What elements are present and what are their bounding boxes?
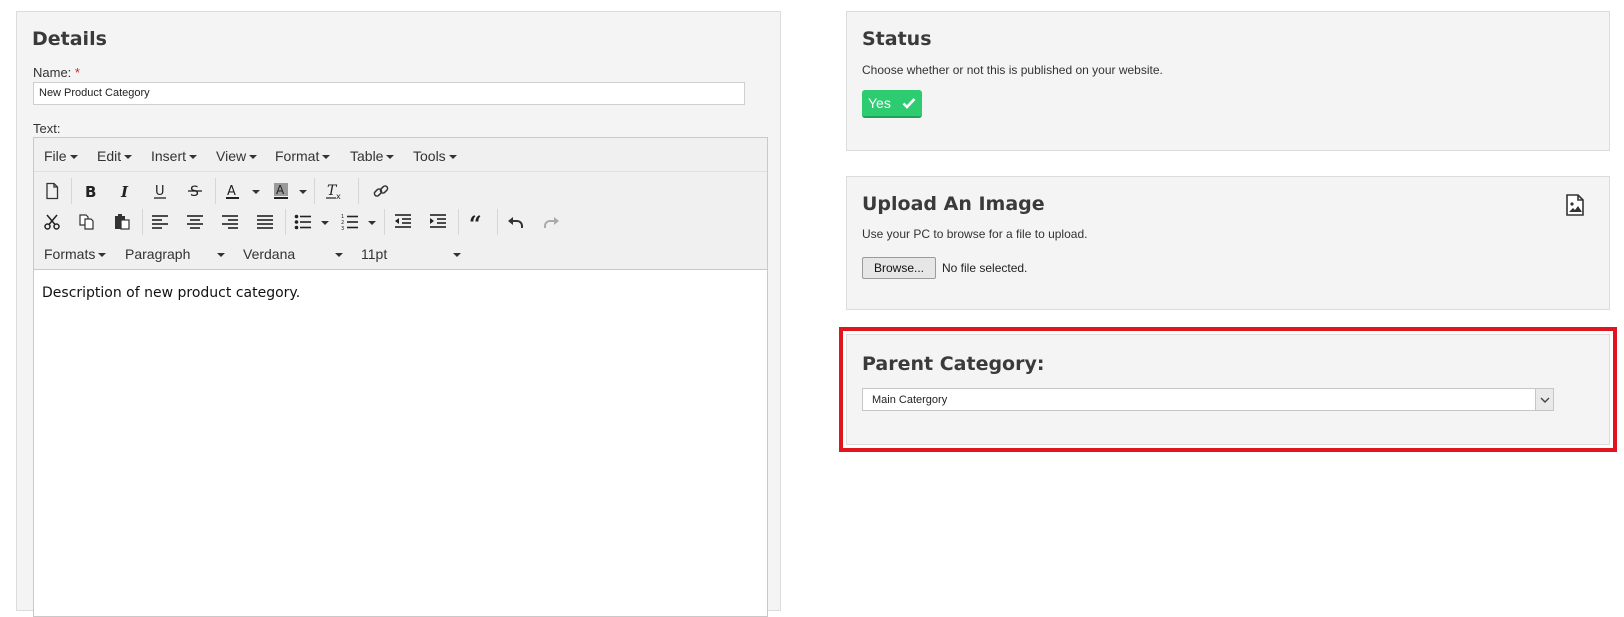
upload-title: Upload An Image bbox=[862, 193, 1045, 215]
font-size-label: 11pt bbox=[361, 246, 388, 262]
indent-icon[interactable] bbox=[425, 210, 451, 234]
clear-formatting-icon[interactable]: Tx bbox=[321, 179, 347, 203]
name-label: Name: * bbox=[33, 65, 80, 80]
menu-table-label: Table bbox=[350, 148, 384, 164]
strikethrough-icon[interactable]: S bbox=[182, 179, 208, 203]
status-title: Status bbox=[862, 28, 932, 50]
chevron-down-icon[interactable] bbox=[1535, 389, 1553, 410]
underline-icon[interactable]: U bbox=[147, 179, 173, 203]
name-label-text: Name: bbox=[33, 65, 72, 80]
font-size-dropdown[interactable]: 11pt bbox=[361, 246, 461, 262]
bullet-list-dropdown-icon[interactable] bbox=[321, 221, 329, 225]
menu-table[interactable]: Table bbox=[350, 148, 395, 164]
parent-category-value: Main Catergory bbox=[872, 394, 948, 406]
required-mark: * bbox=[74, 65, 80, 80]
font-family-label: Verdana bbox=[243, 246, 296, 262]
svg-text:I: I bbox=[120, 183, 129, 200]
menu-file[interactable]: File bbox=[44, 148, 78, 164]
details-panel: Details Name: * New Product Category Tex… bbox=[16, 11, 781, 617]
svg-text:“: “ bbox=[469, 213, 482, 231]
rich-text-editor: File Edit Insert View Format Table Tools… bbox=[33, 137, 768, 617]
formats-dropdown[interactable]: Formats bbox=[44, 246, 107, 262]
bullet-list-icon[interactable] bbox=[290, 210, 316, 234]
parent-category-select[interactable]: Main Catergory bbox=[862, 388, 1554, 411]
browse-button[interactable]: Browse... bbox=[862, 257, 936, 279]
publish-toggle-label: Yes bbox=[868, 95, 891, 111]
svg-text:x: x bbox=[336, 192, 341, 200]
align-justify-icon[interactable] bbox=[252, 210, 278, 234]
menu-format-label: Format bbox=[275, 148, 320, 164]
text-color-dropdown-icon[interactable] bbox=[252, 190, 260, 194]
numbered-list-dropdown-icon[interactable] bbox=[368, 221, 376, 225]
menu-tools[interactable]: Tools bbox=[413, 148, 457, 164]
block-format-dropdown[interactable]: Paragraph bbox=[125, 246, 225, 262]
status-description: Choose whether or not this is published … bbox=[862, 63, 1163, 77]
no-file-text: No file selected. bbox=[942, 261, 1028, 275]
background-color-dropdown-icon[interactable] bbox=[299, 190, 307, 194]
image-file-icon bbox=[1566, 194, 1584, 216]
link-icon[interactable] bbox=[368, 179, 394, 203]
italic-icon[interactable]: I bbox=[112, 179, 138, 203]
publish-toggle[interactable]: Yes bbox=[862, 90, 922, 118]
redo-icon[interactable] bbox=[538, 210, 564, 234]
align-right-icon[interactable] bbox=[217, 210, 243, 234]
menu-edit-label: Edit bbox=[97, 148, 122, 164]
parent-category-panel: Parent Category: Main Catergory bbox=[846, 334, 1610, 445]
check-icon bbox=[902, 98, 916, 109]
menu-insert[interactable]: Insert bbox=[151, 148, 198, 164]
svg-text:S: S bbox=[190, 184, 199, 200]
outdent-icon[interactable] bbox=[390, 210, 416, 234]
svg-text:3: 3 bbox=[341, 226, 344, 231]
font-family-dropdown[interactable]: Verdana bbox=[243, 246, 343, 262]
text-label: Text: bbox=[33, 121, 61, 136]
parent-category-title: Parent Category: bbox=[862, 353, 1045, 375]
name-input[interactable]: New Product Category bbox=[33, 82, 745, 105]
undo-icon[interactable] bbox=[503, 210, 529, 234]
menu-view-label: View bbox=[216, 148, 247, 164]
menu-view[interactable]: View bbox=[216, 148, 258, 164]
background-color-icon[interactable]: A bbox=[268, 179, 294, 203]
new-document-icon[interactable] bbox=[39, 179, 65, 203]
svg-text:A: A bbox=[276, 183, 285, 197]
menu-insert-label: Insert bbox=[151, 148, 187, 164]
menu-edit[interactable]: Edit bbox=[97, 148, 133, 164]
text-color-icon[interactable]: A bbox=[220, 179, 246, 203]
menu-format[interactable]: Format bbox=[275, 148, 331, 164]
editor-toolbar: B I U S A A Tx 1 2 3 “ Formats Paragraph… bbox=[34, 172, 767, 270]
svg-text:B: B bbox=[85, 183, 96, 200]
blockquote-icon[interactable]: “ bbox=[464, 210, 490, 234]
details-title: Details bbox=[32, 28, 107, 50]
align-left-icon[interactable] bbox=[147, 210, 173, 234]
bold-icon[interactable]: B bbox=[77, 179, 103, 203]
upload-description: Use your PC to browse for a file to uplo… bbox=[862, 227, 1088, 241]
cut-icon[interactable] bbox=[39, 210, 65, 234]
editor-menubar: File Edit Insert View Format Table Tools bbox=[34, 138, 767, 172]
upload-image-panel: Upload An Image Use your PC to browse fo… bbox=[846, 176, 1610, 310]
block-format-label: Paragraph bbox=[125, 246, 191, 262]
svg-text:U: U bbox=[155, 184, 165, 199]
status-panel: Status Choose whether or not this is pub… bbox=[846, 11, 1610, 151]
svg-text:A: A bbox=[227, 184, 236, 199]
formats-label: Formats bbox=[44, 246, 96, 262]
align-center-icon[interactable] bbox=[182, 210, 208, 234]
editor-content[interactable]: Description of new product category. bbox=[34, 271, 767, 616]
copy-icon[interactable] bbox=[74, 210, 100, 234]
numbered-list-icon[interactable]: 123 bbox=[337, 210, 363, 234]
paste-icon[interactable] bbox=[109, 210, 135, 234]
menu-tools-label: Tools bbox=[413, 148, 446, 164]
menu-file-label: File bbox=[44, 148, 67, 164]
